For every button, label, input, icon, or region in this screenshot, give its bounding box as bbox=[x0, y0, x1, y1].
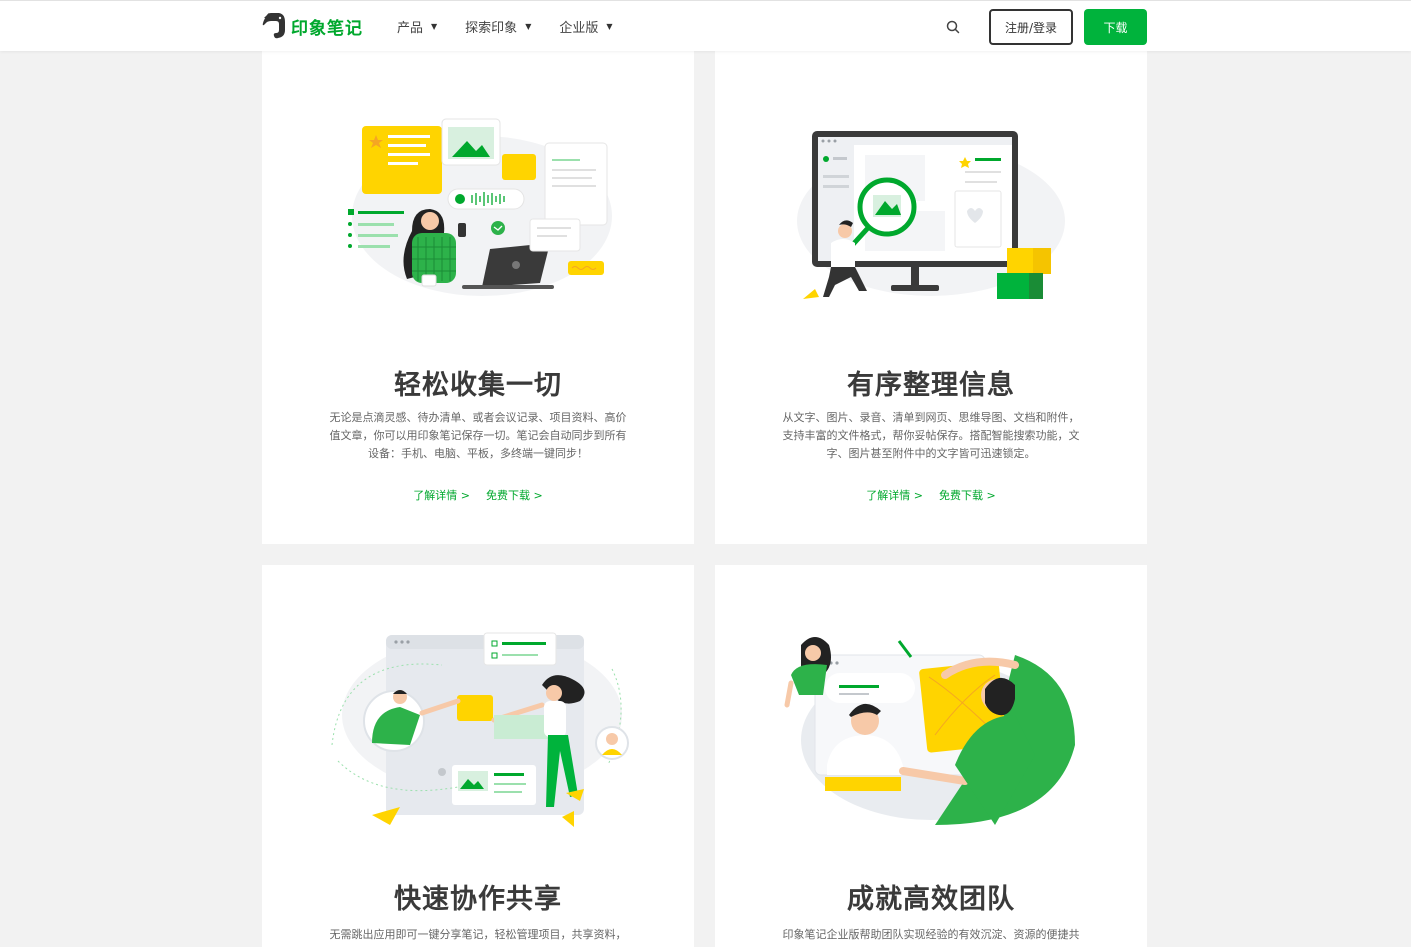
team-illustration bbox=[784, 637, 1075, 825]
free-download-link[interactable]: 免费下载 > bbox=[486, 487, 543, 503]
nav-item-label: 探索印象 bbox=[465, 21, 518, 36]
card-links: 了解详情 > 免费下载 > bbox=[715, 487, 1147, 503]
card-links: 了解详情 > 免费下载 > bbox=[262, 487, 694, 503]
main-nav: 产品 ▼ 探索印象 ▼ 企业版 ▼ bbox=[397, 17, 641, 36]
free-download-link[interactable]: 免费下载 > bbox=[939, 487, 996, 503]
feature-card-share: 快速协作共享 无需跳出应用即可一键分享笔记，轻松管理项目，共享资料， bbox=[262, 565, 694, 947]
nav-item-explore[interactable]: 探索印象 ▼ bbox=[465, 17, 531, 36]
nav-item-enterprise[interactable]: 企业版 ▼ bbox=[559, 17, 612, 36]
card-description: 从文字、图片、录音、清单到网页、思维导图、文档和附件，支持丰富的文件格式，帮你妥… bbox=[782, 411, 1080, 460]
learn-more-link[interactable]: 了解详情 > bbox=[413, 487, 470, 503]
card-title: 有序整理信息 bbox=[847, 370, 1015, 401]
download-button[interactable]: 下载 bbox=[1084, 9, 1147, 45]
card-description: 无需跳出应用即可一键分享笔记，轻松管理项目，共享资料， bbox=[329, 928, 627, 941]
nav-item-products[interactable]: 产品 ▼ bbox=[397, 17, 437, 36]
learn-more-link[interactable]: 了解详情 > bbox=[866, 487, 923, 503]
feature-card-collect: 轻松收集一切 无论是点滴灵感、待办清单、或者会议记录、项目资料、高价值文章，你可… bbox=[262, 51, 694, 544]
card-description: 无论是点滴灵感、待办清单、或者会议记录、项目资料、高价值文章，你可以用印象笔记保… bbox=[329, 411, 627, 460]
caret-down-icon: ▼ bbox=[606, 22, 613, 31]
collect-illustration bbox=[348, 118, 612, 296]
top-navbar: 印象笔记 产品 ▼ 探索印象 ▼ 企业版 ▼ 注册/登录 下载 bbox=[0, 0, 1411, 51]
card-title: 轻松收集一切 bbox=[394, 370, 562, 401]
feature-card-organize: 有序整理信息 从文字、图片、录音、清单到网页、思维导图、文档和附件，支持丰富的文… bbox=[715, 51, 1147, 544]
caret-down-icon: ▼ bbox=[525, 22, 532, 31]
caret-down-icon: ▼ bbox=[431, 22, 438, 31]
organize-illustration bbox=[797, 131, 1065, 299]
elephant-logo-icon bbox=[262, 13, 285, 39]
feature-card-team: 成就高效团队 印象笔记企业版帮助团队实现经验的有效沉淀、资源的便捷共 bbox=[715, 565, 1147, 947]
login-register-button[interactable]: 注册/登录 bbox=[989, 9, 1073, 45]
nav-item-label: 产品 bbox=[397, 21, 424, 36]
nav-item-label: 企业版 bbox=[559, 21, 599, 36]
share-illustration bbox=[331, 632, 629, 827]
card-title: 成就高效团队 bbox=[847, 884, 1015, 915]
logo[interactable]: 印象笔记 bbox=[261, 12, 363, 40]
card-title: 快速协作共享 bbox=[394, 884, 562, 915]
search-icon[interactable] bbox=[945, 19, 961, 35]
logo-text: 印象笔记 bbox=[291, 18, 363, 39]
card-description: 印象笔记企业版帮助团队实现经验的有效沉淀、资源的便捷共 bbox=[782, 928, 1080, 941]
